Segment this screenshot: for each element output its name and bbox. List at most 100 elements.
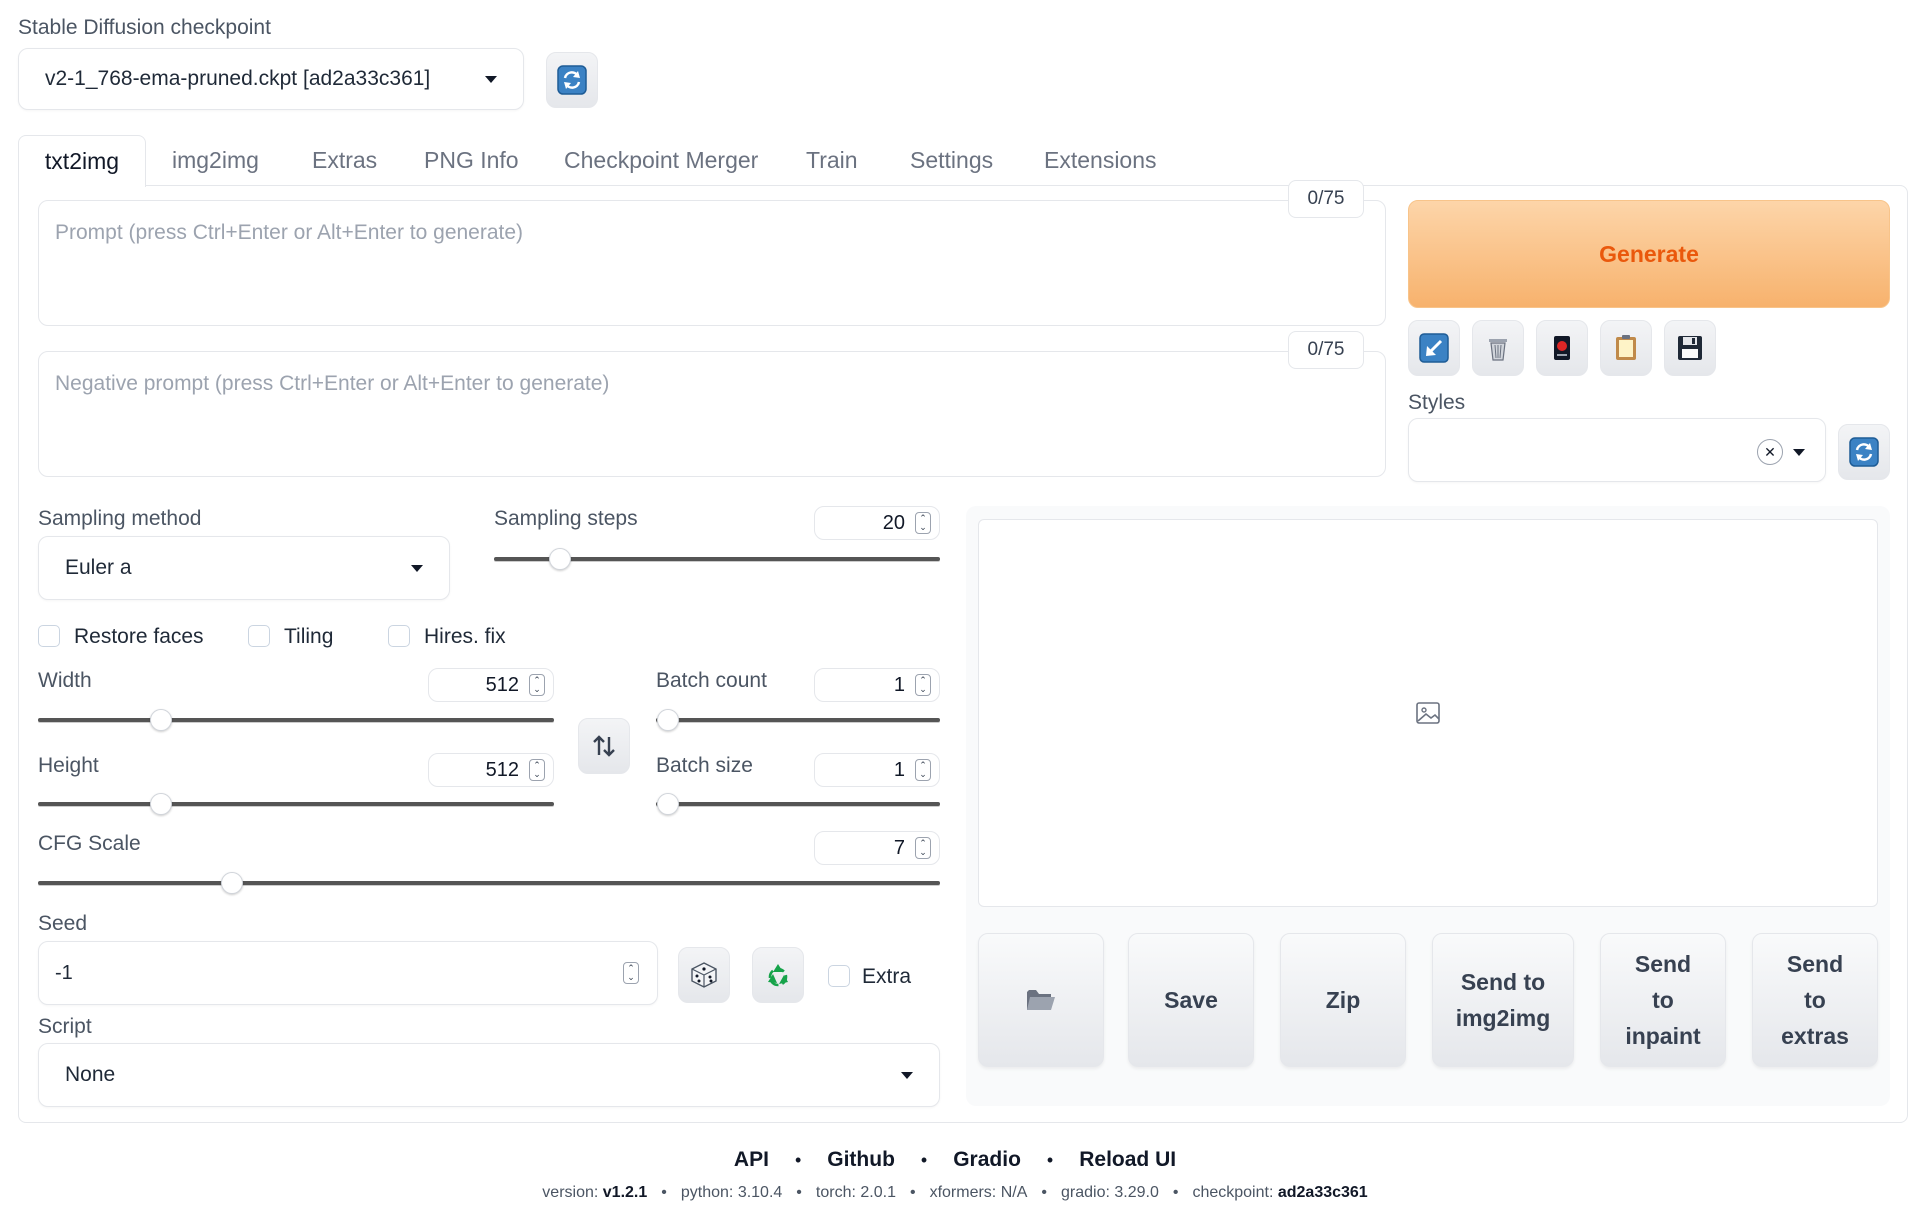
batch-count-input[interactable]: 1 ⌃ ⌄ (814, 668, 940, 702)
python-value: 3.10.4 (737, 1184, 783, 1201)
height-slider-track[interactable] (38, 802, 554, 806)
save-button[interactable]: Save (1128, 933, 1254, 1067)
batch-count-slider-track[interactable] (656, 718, 940, 722)
sampling-steps-input[interactable]: 20 ⌃ ⌄ (814, 506, 940, 540)
sampling-method-dropdown[interactable]: Euler a (38, 536, 450, 600)
batch-size-slider-track[interactable] (656, 802, 940, 806)
checkpoint-label: Stable Diffusion checkpoint (18, 16, 271, 39)
height-input[interactable]: 512 ⌃ ⌄ (428, 753, 554, 787)
styles-dropdown[interactable]: ✕ (1408, 418, 1826, 482)
prompt-token-counter: 0/75 (1288, 180, 1364, 218)
tiling-label: Tiling (284, 625, 334, 648)
read-params-button[interactable] (1408, 320, 1460, 376)
swap-dimensions-button[interactable] (578, 718, 630, 774)
tab-extras[interactable]: Extras (312, 147, 377, 174)
folder-icon (1027, 990, 1055, 1010)
hires-fix-label: Hires. fix (424, 625, 506, 648)
stepper-icon[interactable]: ⌃ ⌄ (915, 759, 931, 781)
seed-input[interactable]: -1 ⌃ ⌄ (38, 941, 658, 1005)
prompt-textarea[interactable]: Prompt (press Ctrl+Enter or Alt+Enter to… (38, 200, 1386, 326)
save-style-button[interactable] (1664, 320, 1716, 376)
width-slider-handle[interactable] (150, 709, 172, 731)
footer-link-gradio[interactable]: Gradio (953, 1148, 1021, 1172)
clear-prompt-button[interactable] (1472, 320, 1524, 376)
output-gallery (978, 519, 1878, 907)
checkpoint-dropdown[interactable]: v2-1_768-ema-pruned.ckpt [ad2a33c361] (18, 48, 524, 110)
footer-link-reload-ui[interactable]: Reload UI (1079, 1148, 1176, 1172)
gradio-value: 3.29.0 (1114, 1184, 1159, 1201)
cfg-scale-label: CFG Scale (38, 832, 141, 855)
torch-value: 2.0.1 (860, 1184, 896, 1201)
batch-size-slider-handle[interactable] (657, 793, 679, 815)
cfg-scale-slider-handle[interactable] (221, 872, 243, 894)
dice-icon (691, 962, 717, 988)
chevron-down-icon (485, 75, 497, 83)
trash-icon (1489, 339, 1507, 361)
send-to-inpaint-button[interactable]: Send to inpaint (1600, 933, 1726, 1067)
recycle-icon (768, 964, 788, 987)
width-slider-track[interactable] (38, 718, 554, 722)
tab-extensions[interactable]: Extensions (1044, 147, 1157, 174)
tab-img2img[interactable]: img2img (172, 147, 259, 174)
tab-txt2img[interactable]: txt2img (18, 135, 146, 187)
cfg-scale-slider-track[interactable] (38, 881, 940, 885)
negative-prompt-textarea[interactable]: Negative prompt (press Ctrl+Enter or Alt… (38, 351, 1386, 477)
checkpoint-value: v2-1_768-ema-pruned.ckpt [ad2a33c361] (45, 67, 431, 90)
generate-button[interactable]: Generate (1408, 200, 1890, 308)
hires-fix-checkbox[interactable] (388, 625, 410, 647)
apply-styles-button[interactable] (1600, 320, 1652, 376)
seed-label: Seed (38, 912, 88, 935)
version-info: version: v1.2.1 • python: 3.10.4 • torch… (542, 1184, 1368, 1201)
styles-refresh-button[interactable] (1838, 424, 1890, 480)
restore-faces-label: Restore faces (74, 625, 204, 648)
sampling-steps-slider-handle[interactable] (549, 548, 571, 570)
send-to-extras-button[interactable]: Send to extras (1752, 933, 1878, 1067)
cfg-scale-input[interactable]: 7 ⌃ ⌄ (814, 831, 940, 865)
tab-png-info[interactable]: PNG Info (424, 147, 519, 174)
tab-settings[interactable]: Settings (910, 147, 993, 174)
sampling-method-label: Sampling method (38, 507, 202, 530)
script-value: None (65, 1063, 116, 1086)
height-label: Height (38, 754, 99, 777)
image-placeholder-icon (1416, 702, 1440, 724)
tab-train[interactable]: Train (806, 147, 858, 174)
paste-arrow-icon (1419, 333, 1449, 363)
batch-size-input[interactable]: 1 ⌃ ⌄ (814, 753, 940, 787)
stepper-icon[interactable]: ⌃ ⌄ (915, 674, 931, 696)
stepper-icon[interactable]: ⌃ ⌄ (915, 512, 931, 534)
stepper-icon[interactable]: ⌃ ⌄ (915, 837, 931, 859)
version-value: v1.2.1 (602, 1184, 648, 1201)
width-input[interactable]: 512 ⌃ ⌄ (428, 668, 554, 702)
batch-size-label: Batch size (656, 754, 753, 777)
width-label: Width (38, 669, 92, 692)
clear-styles-icon[interactable]: ✕ (1757, 439, 1783, 465)
restore-faces-checkbox[interactable] (38, 625, 60, 647)
stepper-icon[interactable]: ⌃ ⌄ (529, 759, 545, 781)
batch-count-slider-handle[interactable] (657, 709, 679, 731)
show-extra-networks-button[interactable] (1536, 320, 1588, 376)
clipboard-icon (1616, 335, 1636, 360)
sampling-steps-label: Sampling steps (494, 507, 638, 530)
zip-button[interactable]: Zip (1280, 933, 1406, 1067)
footer-link-github[interactable]: Github (827, 1148, 895, 1172)
open-folder-button[interactable] (978, 933, 1104, 1067)
refresh-icon (557, 65, 587, 95)
send-to-img2img-button[interactable]: Send to img2img (1432, 933, 1574, 1067)
tiling-checkbox[interactable] (248, 625, 270, 647)
footer-links: API • Github • Gradio • Reload UI (733, 1148, 1177, 1172)
stepper-icon[interactable]: ⌃ ⌄ (623, 962, 639, 984)
footer-link-api[interactable]: API (734, 1148, 769, 1172)
sampling-method-value: Euler a (65, 556, 132, 579)
reuse-seed-button[interactable] (752, 947, 804, 1003)
red-card-icon (1554, 336, 1570, 360)
script-dropdown[interactable]: None (38, 1043, 940, 1107)
height-slider-handle[interactable] (150, 793, 172, 815)
checkpoint-hash-value: ad2a33c361 (1277, 1184, 1368, 1201)
tab-checkpoint-merger[interactable]: Checkpoint Merger (564, 147, 758, 174)
chevron-down-icon (1793, 449, 1805, 456)
batch-count-label: Batch count (656, 669, 767, 692)
stepper-icon[interactable]: ⌃ ⌄ (529, 674, 545, 696)
random-seed-button[interactable] (678, 947, 730, 1003)
extra-seed-checkbox[interactable] (828, 965, 850, 987)
checkpoint-refresh-button[interactable] (546, 52, 598, 108)
